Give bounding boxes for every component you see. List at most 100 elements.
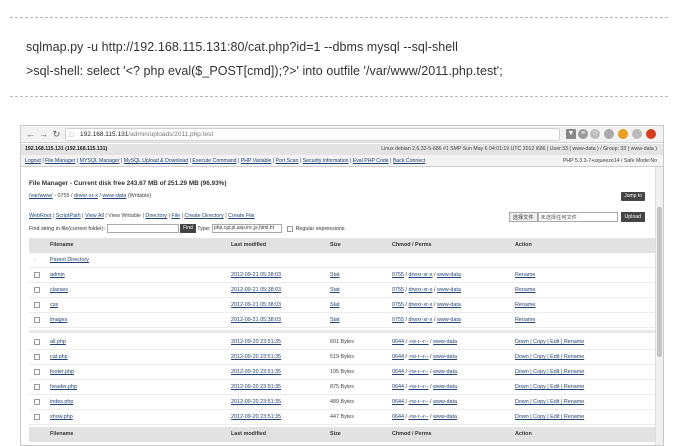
menu-link-9[interactable]: Back Connect [393,158,425,164]
extension-icon[interactable] [604,129,614,139]
menu-link-2[interactable]: MYSQL Manager [80,158,120,164]
row-filename[interactable]: footer.php [50,365,225,380]
row-filename[interactable]: css [50,298,225,313]
row-last-modified[interactable]: 2012-09-21 05:38:03 [231,313,326,328]
menu-link-8[interactable]: Eval PHP Code [353,158,389,164]
row-perms-link[interactable]: drwxr-xr-x [409,317,433,323]
row-actions[interactable]: Down | Copy | Edit | Rename [515,380,645,395]
row-chmod-link[interactable]: 0644 [392,339,404,345]
star-icon[interactable]: ☆ [590,129,600,139]
fm-link-5[interactable]: File [171,213,180,219]
menu-link-6[interactable]: Port Scan [276,158,299,164]
reload-icon[interactable]: ↻ [51,128,62,140]
type-input[interactable]: php,cgi,pl,asp,inc,js,html,ht [211,224,282,233]
row-checkbox[interactable] [34,368,40,375]
fm-link-1[interactable]: ScriptPath [56,213,81,219]
row-actions[interactable]: Down | Copy | Edit | Rename [515,410,645,425]
row-actions[interactable]: Down | Copy | Edit | Rename [515,350,645,365]
row-actions[interactable]: Rename [515,283,645,298]
row-owner-link[interactable]: www-data [433,399,457,405]
menu-link-4[interactable]: Execute Command [192,158,236,164]
row-filename[interactable]: admin [50,268,225,283]
row-last-modified[interactable]: 2012-09-20 23:51:35 [231,410,326,425]
scroll-thumb[interactable] [657,207,662,357]
row-filename[interactable]: cat.php [50,350,225,365]
menu-link-1[interactable]: File Manager [45,158,75,164]
row-checkbox[interactable] [34,286,40,293]
row-actions[interactable]: Down | Copy | Edit | Rename [515,395,645,410]
menu-link-7[interactable]: Security information [303,158,349,164]
forward-icon[interactable]: → [38,128,49,140]
row-owner-link[interactable]: www-data [433,369,457,375]
path-owner-link[interactable]: www-data [102,193,126,199]
row-owner-link[interactable]: www-data [437,317,461,323]
row-last-modified[interactable]: 2012-09-20 23:51:35 [231,380,326,395]
row-checkbox[interactable] [34,301,40,308]
row-actions[interactable]: Down | Copy | Edit | Rename [515,335,645,350]
row-chmod-link[interactable]: 0644 [392,369,404,375]
firefox-icon[interactable] [646,129,656,139]
row-actions[interactable]: Rename [515,298,645,313]
find-button[interactable]: Find [180,224,196,233]
row-last-modified[interactable]: 2012-09-20 23:51:35 [231,350,326,365]
row-last-modified[interactable]: 2012-09-20 23:51:35 [231,395,326,410]
addon-icon[interactable] [618,129,628,139]
row-filename[interactable]: show.php [50,410,225,425]
row-filename[interactable]: index.php [50,395,225,410]
sync-icon[interactable] [632,129,642,139]
row-chmod-link[interactable]: 0644 [392,354,404,360]
row-actions[interactable]: Down | Copy | Edit | Rename [515,365,645,380]
row-actions[interactable]: Rename [515,268,645,283]
row-chmod-link[interactable]: 0755 [392,272,404,278]
row-owner-link[interactable]: www-data [437,302,461,308]
menu-link-5[interactable]: PHP Variable [241,158,272,164]
fm-link-2[interactable]: View All [85,213,104,219]
row-size[interactable]: Stat [330,268,390,283]
bookmark-icon[interactable]: ▼ [566,129,576,139]
row-owner-link[interactable]: www-data [433,339,457,345]
row-filename[interactable]: all.php [50,335,225,350]
row-size[interactable]: Stat [330,313,390,328]
row-perms-link[interactable]: -rw-r--r-- [409,339,429,345]
row-chmod-link[interactable]: 0644 [392,399,404,405]
row-owner-link[interactable]: www-data [433,384,457,390]
row-owner-link[interactable]: www-data [437,287,461,293]
row-perms-link[interactable]: drwxr-xr-x [409,287,433,293]
row-last-modified[interactable]: 2012-09-20 23:51:35 [231,365,326,380]
row-chmod-link[interactable]: 0755 [392,317,404,323]
row-perms-link[interactable]: -rw-r--r-- [409,399,429,405]
row-filename[interactable]: header.php [50,380,225,395]
row-size[interactable]: Stat [330,298,390,313]
row-chmod-link[interactable]: 0644 [392,384,404,390]
row-chmod-link[interactable]: 0755 [392,302,404,308]
menu-link-3[interactable]: MySQL Upload & Download [124,158,188,164]
row-checkbox[interactable] [34,338,40,345]
row-checkbox[interactable] [34,383,40,390]
row-size[interactable]: Stat [330,283,390,298]
row-perms-link[interactable]: -rw-r--r-- [409,384,429,390]
row-actions[interactable]: Rename [515,313,645,328]
row-perms-link[interactable]: -rw-r--r-- [409,354,429,360]
row-filename[interactable]: classes [50,283,225,298]
path-link[interactable]: /var/www/ [29,193,53,199]
choose-file-button[interactable]: 选择文件 [508,212,538,222]
row-filename[interactable]: images [50,313,225,328]
row-owner-link[interactable]: www-data [433,414,457,420]
find-input[interactable] [106,224,179,233]
fm-link-4[interactable]: Directory [145,213,167,219]
row-last-modified[interactable]: 2012-09-21 05:38:03 [231,283,326,298]
fm-link-7[interactable]: Create File [228,213,254,219]
row-chmod-link[interactable]: 0755 [392,287,404,293]
path-perm-link[interactable]: drwxr-xr-x [74,193,98,199]
vertical-scrollbar[interactable] [655,167,663,445]
fm-link-0[interactable]: WebRoot [29,213,51,219]
row-chmod-link[interactable]: 0644 [392,414,404,420]
row-perms-link[interactable]: drwxr-xr-x [409,272,433,278]
upload-button[interactable]: Upload [620,212,645,222]
back-icon[interactable]: ← [25,128,36,140]
row-checkbox[interactable] [34,271,40,278]
delete-selected-link[interactable]: Delete selected [50,442,225,445]
parent-directory-link[interactable]: Parent Directory [50,253,225,268]
menu-icon[interactable]: ≡ [578,129,588,139]
row-perms-link[interactable]: -rw-r--r-- [409,414,429,420]
